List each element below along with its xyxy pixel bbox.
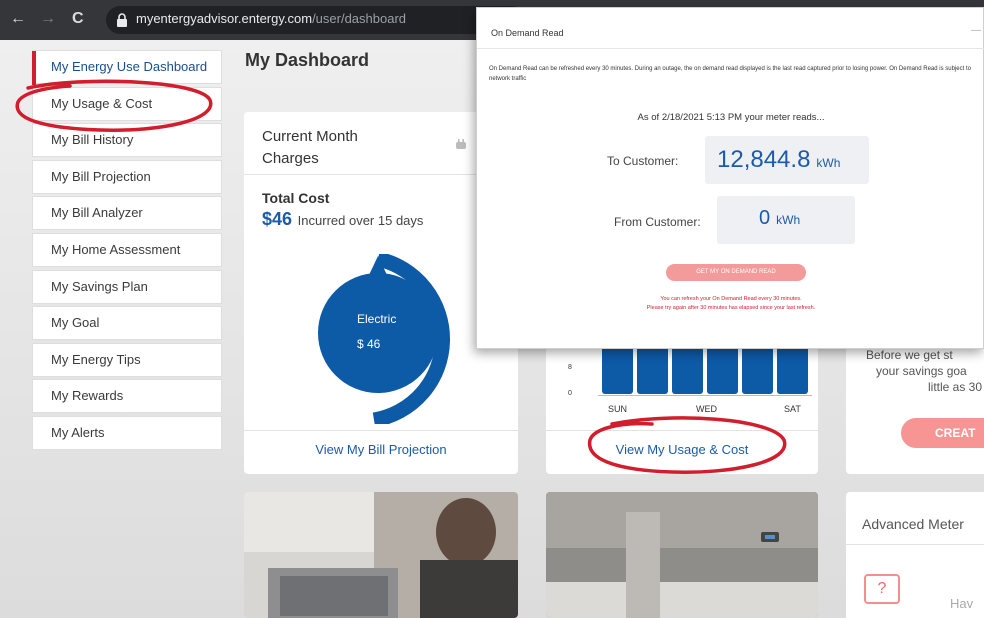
day-label-wed: WED — [696, 404, 717, 414]
card-divider — [846, 544, 984, 545]
lock-icon — [117, 13, 127, 27]
donut-value: $ 46 — [357, 337, 381, 351]
reload-button[interactable]: C — [72, 9, 84, 29]
meter-card-text: Hav — [950, 596, 974, 611]
refresh-note-line2: Please try again after 30 minutes has el… — [646, 305, 816, 311]
kwh-unit: kWh — [816, 156, 841, 170]
usage-bar — [672, 342, 703, 394]
savings-text-line3: little as 30 — [928, 380, 983, 394]
card-footer-divider — [546, 430, 818, 431]
on-demand-read-modal: On Demand Read — On Demand Read can be r… — [476, 7, 984, 349]
page-title: My Dashboard — [245, 50, 370, 70]
donut-bubble — [318, 273, 438, 393]
sidebar-nav: My Energy Use Dashboard My Usage & Cost … — [32, 50, 222, 453]
sidebar-item-rewards[interactable]: My Rewards — [32, 379, 222, 414]
sidebar-item-goal[interactable]: My Goal — [32, 306, 222, 341]
y-tick-8: 8 — [568, 364, 572, 371]
laptop-photo — [244, 492, 518, 618]
to-customer-reading: 12,844.8 kWh — [717, 146, 841, 173]
from-customer-label: From Customer: — [614, 215, 701, 229]
card-title: Current Month Charges — [262, 128, 358, 167]
y-tick-0: 0 — [568, 390, 572, 397]
card-footer-divider — [244, 430, 518, 431]
meter-read-timestamp: As of 2/18/2021 5:13 PM your meter reads… — [637, 112, 825, 123]
sidebar-item-usage-cost[interactable]: My Usage & Cost — [32, 86, 222, 121]
cost-donut-chart — [318, 254, 451, 424]
usage-bar — [602, 342, 633, 394]
incurred-text: Incurred over 15 days — [297, 213, 424, 228]
usage-bar — [777, 342, 808, 394]
advanced-meter-title: Advanced Meter — [862, 516, 964, 532]
total-cost-label: Total Cost — [262, 190, 330, 206]
sidebar-item-energy-tips[interactable]: My Energy Tips — [32, 342, 222, 377]
cost-amount: $46 — [262, 209, 293, 229]
thermostat-photo — [546, 492, 818, 618]
usage-bar — [742, 342, 773, 394]
advanced-meter-card: Advanced Meter ? Hav — [846, 492, 984, 618]
donut-label: Electric — [357, 312, 397, 326]
forward-button[interactable]: → — [40, 9, 56, 29]
get-on-demand-read-button[interactable]: GET MY ON DEMAND READ — [666, 264, 806, 281]
plug-icon — [456, 139, 466, 149]
sidebar-item-bill-analyzer[interactable]: My Bill Analyzer — [32, 196, 222, 231]
address-url[interactable]: myentergyadvisor.entergy.com/user/dashbo… — [136, 11, 406, 26]
modal-description: On Demand Read can be refreshed every 30… — [489, 66, 971, 82]
sidebar-item-bill-projection[interactable]: My Bill Projection — [32, 159, 222, 194]
help-icon: ? — [864, 574, 900, 604]
sidebar-item-home-assessment[interactable]: My Home Assessment — [32, 232, 222, 267]
address-path: /user/dashboard — [312, 11, 407, 26]
savings-text-line2: your savings goa — [876, 364, 967, 378]
view-bill-projection-link[interactable]: View My Bill Projection — [244, 442, 518, 457]
to-customer-label: To Customer: — [607, 154, 679, 168]
sidebar-item-energy-use-dashboard[interactable]: My Energy Use Dashboard — [32, 50, 222, 85]
usage-bar — [637, 342, 668, 394]
sidebar-item-savings-plan[interactable]: My Savings Plan — [32, 269, 222, 304]
modal-divider — [477, 48, 984, 49]
usage-bar — [707, 342, 738, 394]
from-customer-reading: 0 kWh — [759, 207, 801, 229]
refresh-note: You can refresh your On Demand Read ever… — [477, 295, 984, 313]
modal-title: On Demand Read — [491, 28, 564, 38]
sidebar-item-bill-history[interactable]: My Bill History — [32, 123, 222, 158]
savings-text-line1: Before we get st — [866, 348, 953, 362]
refresh-note-line1: You can refresh your On Demand Read ever… — [660, 296, 802, 302]
x-axis — [598, 395, 812, 396]
create-goal-button[interactable]: CREAT — [901, 418, 984, 448]
kwh-unit: kWh — [776, 213, 801, 227]
day-label-sat: SAT — [784, 404, 801, 414]
cost-summary: $46 Incurred over 15 days — [262, 209, 423, 230]
back-button[interactable]: ← — [10, 9, 26, 29]
sidebar-item-alerts[interactable]: My Alerts — [32, 415, 222, 450]
close-icon[interactable]: — — [971, 25, 981, 36]
view-usage-cost-link[interactable]: View My Usage & Cost — [546, 442, 818, 457]
day-label-sun: SUN — [608, 404, 628, 414]
